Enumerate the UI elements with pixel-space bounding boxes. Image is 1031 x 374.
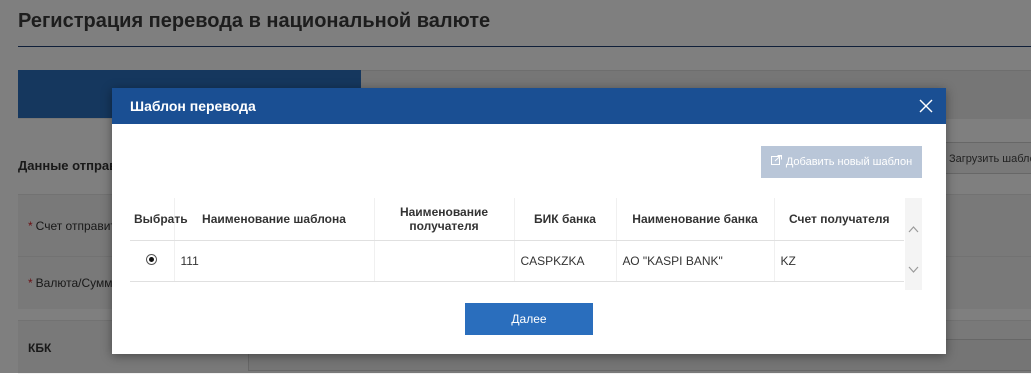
table-scrollbar[interactable] [905, 198, 922, 290]
template-name-cell: 111 [173, 240, 374, 282]
column-header-account: Счет получателя [773, 198, 904, 241]
templates-table-container: Выбрать Наименование шаблона Наименовани… [130, 198, 922, 290]
bic-cell: CASPKZKA [513, 240, 616, 282]
scroll-up-icon[interactable] [908, 222, 919, 233]
recipient-name-cell [373, 240, 514, 282]
account-cell: KZ [773, 240, 904, 282]
select-cell [130, 240, 174, 282]
bank-name-cell: АО "KASPI BANK" [615, 240, 774, 282]
scroll-down-icon[interactable] [908, 262, 919, 273]
next-button[interactable]: Далее [465, 303, 593, 335]
external-link-icon [770, 155, 782, 169]
table-row[interactable]: 111 CASPKZKA АО "KASPI BANK" KZ [130, 240, 904, 282]
column-header-recipient-name: Наименование получателя [373, 198, 514, 241]
templates-table: Выбрать Наименование шаблона Наименовани… [130, 198, 904, 282]
select-radio[interactable] [146, 254, 158, 265]
add-new-template-button[interactable]: Добавить новый шаблон [761, 146, 922, 178]
column-header-select: Выбрать [130, 198, 188, 241]
modal-header: Шаблон перевода [112, 88, 946, 124]
add-new-template-label: Добавить новый шаблон [785, 156, 913, 168]
table-header-row: Выбрать Наименование шаблона Наименовани… [130, 198, 904, 241]
modal-title: Шаблон перевода [130, 98, 256, 114]
column-header-bank-name: Наименование банка [615, 198, 774, 241]
template-modal: Шаблон перевода Добавить новый шаблон Вы… [112, 88, 946, 354]
close-icon[interactable] [916, 96, 936, 116]
column-header-template-name: Наименование шаблона [173, 198, 374, 241]
column-header-bic: БИК банка [513, 198, 616, 241]
